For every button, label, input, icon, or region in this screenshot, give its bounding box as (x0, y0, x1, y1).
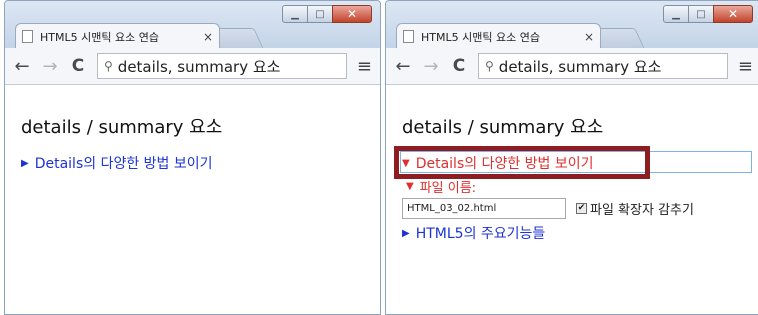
browser-toolbar: ← → C ⚲ details, summary 요소 ≡ (5, 48, 380, 85)
filename-label: 파일 이름: (419, 181, 477, 196)
window-controls: ▁ □ ✕ (663, 5, 753, 23)
search-icon: ⚲ (104, 59, 113, 73)
address-bar[interactable]: ⚲ details, summary 요소 (478, 53, 728, 79)
forward-icon[interactable]: → (422, 56, 440, 77)
back-icon[interactable]: ← (13, 56, 31, 77)
close-window-button[interactable]: ✕ (713, 5, 753, 23)
maximize-button[interactable]: □ (307, 5, 333, 23)
tab-title: HTML5 시맨틱 요소 연습 (421, 30, 540, 44)
browser-tab[interactable]: HTML5 시맨틱 요소 연습 × (396, 23, 601, 49)
page-icon (22, 30, 33, 43)
browser-toolbar: ← → C ⚲ details, summary 요소 ≡ (386, 48, 758, 85)
menu-icon[interactable]: ≡ (738, 56, 753, 77)
page-icon (403, 30, 414, 43)
minimize-button[interactable]: ▁ (663, 5, 689, 23)
filename-row: ✔ 파일 확장자 감추기 (402, 198, 758, 219)
hide-extension-checkbox[interactable]: ✔ (576, 203, 587, 214)
browser-tab[interactable]: HTML5 시맨틱 요소 연습 × (15, 23, 220, 49)
reload-icon[interactable]: C (450, 56, 468, 76)
back-icon[interactable]: ← (394, 56, 412, 77)
tab-close-icon[interactable]: × (203, 30, 213, 44)
browser-window-right: ▁ □ ✕ HTML5 시맨틱 요소 연습 × ← → C ⚲ details,… (385, 0, 758, 315)
collapsed-triangle-icon: ▶ (402, 227, 410, 239)
close-window-button[interactable]: ✕ (332, 5, 372, 23)
search-icon: ⚲ (485, 59, 494, 73)
tab-title: HTML5 시맨틱 요소 연습 (40, 30, 159, 44)
maximize-button[interactable]: □ (688, 5, 714, 23)
browser-window-left: ▁ □ ✕ HTML5 시맨틱 요소 연습 × ← → C ⚲ details,… (4, 0, 381, 315)
details-summary[interactable]: ▶ Details의 다양한 방법 보이기 (21, 153, 380, 173)
window-controls: ▁ □ ✕ (282, 5, 372, 23)
filename-input[interactable] (402, 198, 566, 219)
hide-extension-label: 파일 확장자 감추기 (590, 203, 694, 218)
filename-details-summary[interactable]: ▼ 파일 이름: (402, 177, 758, 196)
address-text: details, summary 요소 (117, 57, 281, 76)
menu-icon[interactable]: ≡ (357, 56, 372, 77)
tab-close-icon[interactable]: × (584, 30, 594, 44)
expanded-triangle-icon: ▼ (406, 181, 414, 192)
forward-icon[interactable]: → (41, 56, 59, 77)
page-heading: details / summary 요소 (21, 117, 223, 138)
details-summary-features[interactable]: ▶ HTML5의 주요기능들 (402, 223, 758, 243)
page-heading: details / summary 요소 (402, 117, 604, 138)
page-content: details / summary 요소 ▶ Details의 다양한 방법 보… (5, 85, 380, 314)
reload-icon[interactable]: C (69, 56, 87, 76)
collapsed-triangle-icon: ▶ (21, 157, 29, 169)
address-text: details, summary 요소 (498, 57, 662, 76)
summary-text: Details의 다양한 방법 보이기 (34, 156, 213, 172)
address-bar[interactable]: ⚲ details, summary 요소 (97, 53, 347, 79)
page-content: details / summary 요소 ▼ Details의 다양한 방법 보… (386, 85, 758, 314)
summary-text: HTML5의 주요기능들 (415, 226, 546, 242)
minimize-button[interactable]: ▁ (282, 5, 308, 23)
highlight-annotation-box (394, 146, 650, 179)
